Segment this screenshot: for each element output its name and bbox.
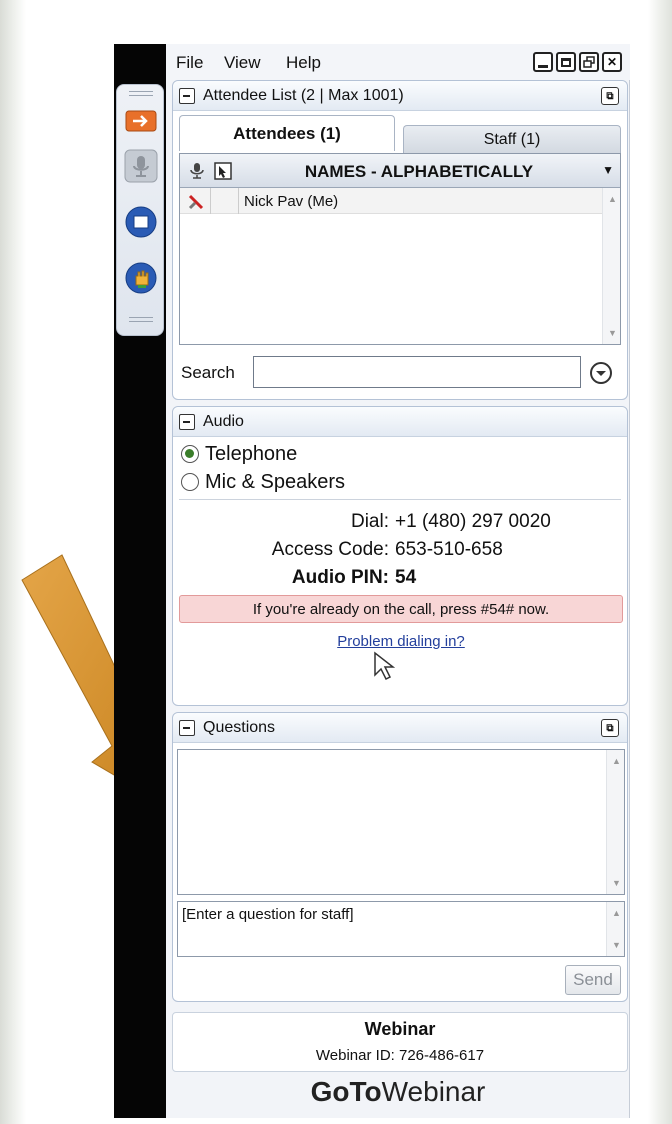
problem-dialing-link-text[interactable]: Problem dialing in? — [337, 633, 465, 650]
popout-questions-icon[interactable]: ⧉ — [601, 719, 619, 737]
attendee-name: Nick Pav (Me) — [244, 193, 339, 210]
attendee-list: NAMES - ALPHABETICALLY ▼ Nick Pav (Me) ▲… — [179, 153, 621, 345]
access-code-value: 653-510-658 — [395, 539, 503, 560]
telephone-radio[interactable] — [181, 445, 199, 463]
attendee-list-scrollbar[interactable]: ▲ ▼ — [602, 188, 620, 344]
names-column-header[interactable]: NAMES - ALPHABETICALLY — [244, 162, 594, 182]
collapse-attendee-icon[interactable] — [179, 88, 195, 104]
tab-staff[interactable]: Staff (1) — [403, 125, 621, 153]
collapse-panel-button[interactable] — [123, 107, 159, 135]
mic-speakers-radio[interactable] — [181, 473, 199, 491]
menu-help[interactable]: Help — [286, 53, 321, 73]
questions-log: ▲ ▼ — [177, 749, 625, 895]
control-panel-rail — [116, 84, 164, 336]
search-label: Search — [181, 363, 235, 382]
attendee-list-header: Attendee List (2 | Max 1001) ⧉ — [173, 81, 627, 111]
mic-speakers-label[interactable]: Mic & Speakers — [205, 471, 345, 494]
attendee-list-section: Attendee List (2 | Max 1001) ⧉ Attendees… — [172, 80, 628, 400]
webinar-id: Webinar ID: 726-486-617 — [315, 1047, 485, 1064]
hand-icon — [125, 262, 157, 294]
audio-pin-value: 54 — [395, 567, 417, 588]
gotowebinar-logo: GoToWebinar — [166, 1076, 630, 1118]
questions-section: Questions ⧉ ▲ ▼ [Enter a question for sta… — [172, 712, 628, 1002]
column-sort-dropdown-icon[interactable]: ▼ — [602, 163, 614, 177]
tab-attendees-label: Attendees (1) — [233, 123, 341, 143]
dial-label: Dial: — [350, 511, 389, 532]
already-on-call-notice: If you're already on the call, press #54… — [179, 595, 623, 623]
muted-mic-icon — [188, 194, 204, 210]
audio-header: Audio — [173, 407, 627, 437]
popout-attendee-icon[interactable]: ⧉ — [601, 87, 619, 105]
arrow-right-icon — [125, 110, 157, 132]
mouse-cursor-icon — [374, 651, 395, 681]
collapse-questions-icon[interactable] — [179, 720, 195, 736]
rail-grip-bottom[interactable] — [129, 317, 153, 322]
screen-column-icon[interactable] — [214, 162, 232, 180]
search-input[interactable] — [253, 356, 581, 388]
tab-attendees[interactable]: Attendees (1) — [179, 115, 395, 151]
search-options-chevron-icon[interactable] — [589, 361, 613, 385]
control-panel: File View Help ✕ Attendee List (2 | Max … — [166, 44, 630, 1118]
microphone-button[interactable] — [123, 149, 159, 183]
rail-grip-top[interactable] — [129, 91, 153, 96]
minimize-icon[interactable] — [533, 52, 553, 72]
questions-log-scrollbar[interactable]: ▲ ▼ — [606, 750, 624, 894]
raise-hand-button[interactable] — [123, 261, 159, 295]
notice-text: If you're already on the call, press #54… — [252, 600, 550, 618]
webinar-title: Webinar — [364, 1019, 436, 1039]
question-input-scrollbar[interactable]: ▲ ▼ — [606, 902, 624, 956]
brand-webinar: Webinar — [381, 1076, 486, 1107]
dial-number: +1 (480) 297 0020 — [395, 511, 551, 532]
attendee-list-columns: NAMES - ALPHABETICALLY ▼ — [180, 154, 620, 188]
table-row[interactable]: Nick Pav (Me) — [180, 188, 602, 214]
webinar-info-box: Webinar Webinar ID: 726-486-617 — [172, 1012, 628, 1072]
send-button[interactable]: Send — [565, 965, 621, 995]
send-button-label: Send — [573, 970, 613, 989]
maximize-icon[interactable] — [556, 52, 576, 72]
menu-view[interactable]: View — [224, 53, 261, 73]
questions-header: Questions ⧉ — [173, 713, 627, 743]
brand-goto: GoTo — [310, 1076, 382, 1107]
menu-file[interactable]: File — [176, 53, 203, 73]
restore-icon[interactable] — [579, 52, 599, 72]
microphone-icon — [124, 149, 158, 183]
tab-staff-label: Staff (1) — [483, 130, 541, 148]
collapse-audio-icon[interactable] — [179, 414, 195, 430]
audio-section: Audio Telephone Mic & Speakers Dial: +1 … — [172, 406, 628, 706]
problem-dialing-link[interactable]: Problem dialing in? — [173, 633, 629, 650]
audio-pin-label: Audio PIN: — [291, 567, 389, 588]
question-input-box[interactable]: [Enter a question for staff] ▲ ▼ — [177, 901, 625, 957]
window-controls: ✕ — [533, 52, 622, 72]
menu-bar: File View Help ✕ — [166, 44, 630, 80]
access-code-label: Access Code: — [271, 539, 389, 560]
screen-icon — [125, 206, 157, 238]
close-icon[interactable]: ✕ — [602, 52, 622, 72]
questions-title: Questions — [203, 719, 276, 736]
question-input-placeholder[interactable]: [Enter a question for staff] — [182, 906, 354, 923]
telephone-label[interactable]: Telephone — [205, 443, 297, 466]
screen-view-button[interactable] — [123, 205, 159, 239]
audio-column-icon[interactable] — [188, 162, 206, 180]
audio-divider — [179, 499, 621, 500]
audio-title: Audio — [203, 413, 244, 430]
attendee-list-title: Attendee List (2 | Max 1001) — [203, 87, 404, 104]
